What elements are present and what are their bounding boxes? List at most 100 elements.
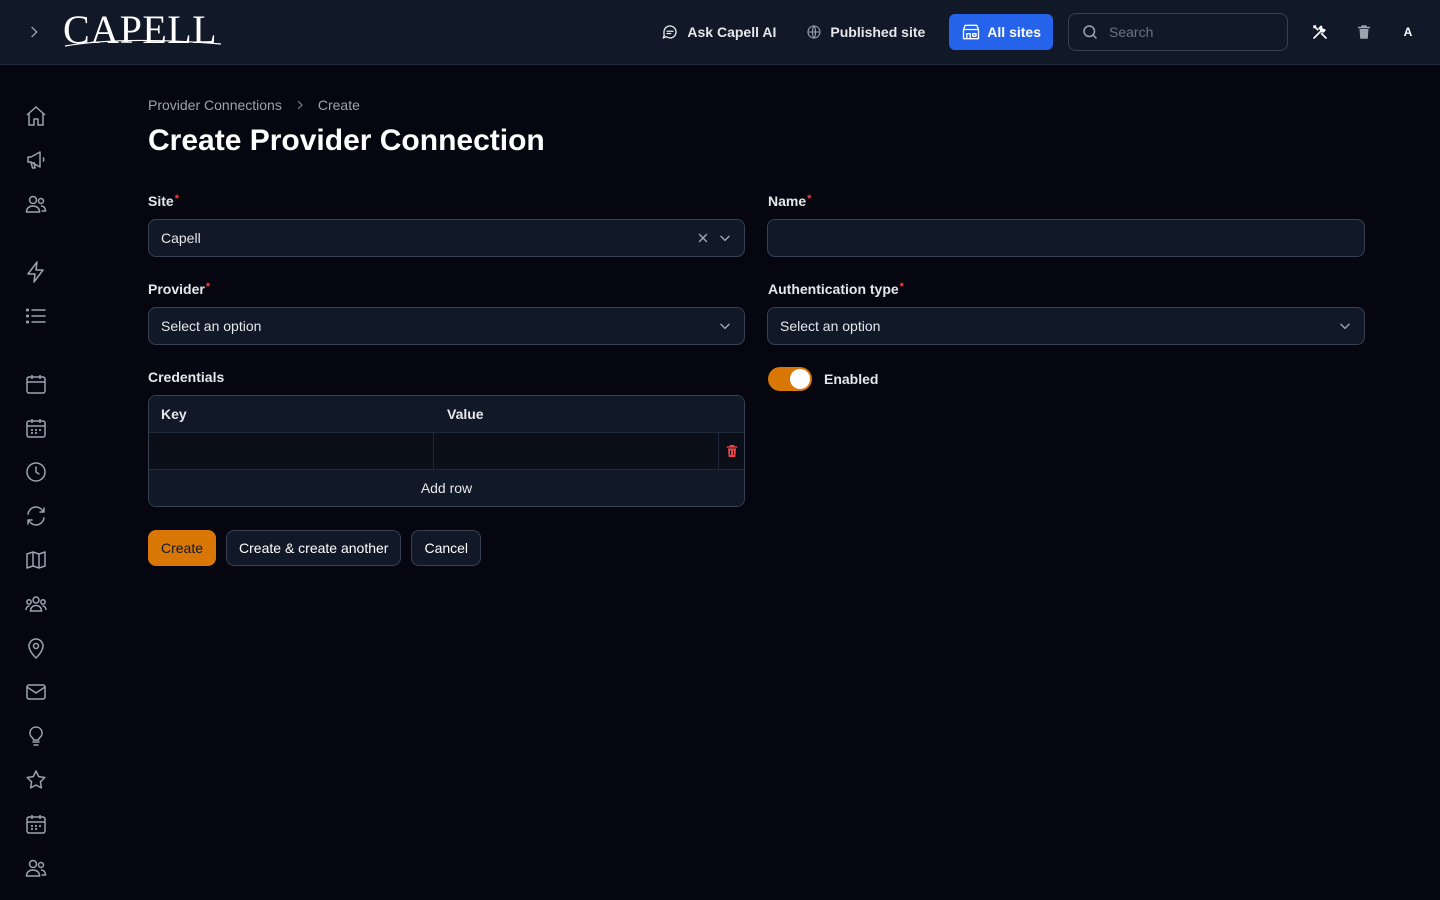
sidebar-item-members[interactable]: [22, 854, 50, 882]
search-input[interactable]: [1109, 24, 1269, 40]
globe-icon: [807, 25, 821, 39]
sidebar-item-favorites[interactable]: [22, 766, 50, 794]
site-select-value: Capell: [161, 230, 201, 246]
sidebar-item-actions[interactable]: [22, 258, 50, 286]
building-storefront-icon: [963, 24, 980, 40]
credential-value-cell: [434, 433, 720, 470]
column-header-value: Value: [447, 406, 484, 422]
sidebar-item-home[interactable]: [22, 102, 50, 130]
credentials-table: Key Value Add row: [148, 395, 745, 507]
sidebar-item-mail[interactable]: [22, 678, 50, 706]
create-another-button[interactable]: Create & create another: [226, 530, 402, 566]
trash-icon: [726, 445, 737, 457]
name-label-text: Name: [768, 193, 807, 209]
provider-select-placeholder: Select an option: [161, 318, 262, 334]
sidebar-item-groups[interactable]: [22, 590, 50, 618]
bolt-icon: [27, 261, 44, 283]
enabled-toggle[interactable]: [768, 367, 812, 391]
expand-sidebar-button[interactable]: [22, 20, 46, 44]
sidebar-item-calendar[interactable]: [22, 370, 50, 398]
clock-icon: [26, 462, 46, 482]
chat-bubble-icon: [662, 25, 678, 39]
name-input[interactable]: [780, 230, 1352, 246]
users-icon: [25, 859, 47, 877]
user-group-icon: [25, 596, 47, 612]
credentials-label: Credentials: [148, 369, 225, 385]
auth-type-select[interactable]: Select an option: [767, 307, 1365, 345]
table-row: [149, 433, 744, 470]
required-asterisk: *: [807, 193, 812, 205]
credential-value-input[interactable]: [434, 433, 719, 470]
megaphone-icon: [27, 151, 45, 169]
breadcrumb: Provider Connections Create: [148, 97, 360, 113]
search-icon: [1083, 25, 1097, 39]
sidebar-item-schedule[interactable]: [22, 414, 50, 442]
site-select[interactable]: Capell: [148, 219, 745, 257]
all-sites-button[interactable]: All sites: [949, 14, 1053, 50]
provider-label-text: Provider: [148, 281, 205, 297]
calendar-days-icon: [26, 419, 46, 438]
sidebar-item-locations[interactable]: [22, 634, 50, 662]
provider-field-label: Provider*: [148, 281, 210, 297]
credential-key-input[interactable]: [149, 433, 434, 470]
auth-type-field-label: Authentication type*: [768, 281, 904, 297]
ask-ai-label: Ask Capell AI: [687, 24, 777, 40]
published-site-button[interactable]: Published site: [798, 14, 933, 50]
published-site-label: Published site: [830, 24, 926, 40]
required-asterisk: *: [174, 193, 179, 205]
required-asterisk: *: [205, 281, 211, 293]
breadcrumb-parent-link[interactable]: Provider Connections: [148, 97, 282, 113]
logo-swoosh-icon: [64, 39, 222, 47]
chevron-down-icon: [1340, 323, 1350, 330]
calendar-icon: [26, 375, 46, 394]
calendar-days-icon: [26, 815, 46, 834]
users-icon: [25, 195, 47, 213]
name-field-label: Name*: [768, 193, 811, 209]
chevron-right-icon: [297, 100, 303, 110]
chevron-right-icon: [31, 26, 38, 38]
sidebar: [0, 65, 72, 900]
add-row-button[interactable]: Add row: [149, 470, 744, 506]
user-avatar[interactable]: A: [1386, 10, 1430, 54]
site-select-controls: [696, 231, 732, 245]
map-icon: [26, 551, 46, 569]
light-bulb-icon: [29, 726, 43, 746]
credentials-table-header: Key Value: [149, 396, 744, 433]
breadcrumb-current: Create: [317, 97, 360, 113]
list-icon: [25, 308, 46, 324]
wrench-screwdriver-icon: [1313, 25, 1327, 39]
tools-button[interactable]: [1298, 10, 1342, 54]
home-icon: [26, 106, 46, 126]
auth-type-select-placeholder: Select an option: [780, 318, 881, 334]
all-sites-label: All sites: [987, 24, 1041, 40]
form-actions: Create Create & create another Cancel: [148, 530, 482, 566]
sidebar-item-map[interactable]: [22, 546, 50, 574]
site-label-text: Site: [148, 193, 174, 209]
sidebar-item-events[interactable]: [22, 810, 50, 838]
cancel-button[interactable]: Cancel: [411, 530, 482, 566]
sidebar-item-history[interactable]: [22, 458, 50, 486]
map-pin-icon: [28, 638, 44, 660]
trash-button[interactable]: [1342, 10, 1386, 54]
global-search[interactable]: [1068, 13, 1288, 51]
ask-ai-button[interactable]: Ask Capell AI: [653, 14, 784, 50]
name-field[interactable]: [767, 219, 1365, 257]
sidebar-item-ideas[interactable]: [22, 722, 50, 750]
provider-select[interactable]: Select an option: [148, 307, 745, 345]
clear-x-icon[interactable]: [696, 231, 710, 245]
envelope-icon: [26, 684, 46, 700]
sidebar-item-users[interactable]: [22, 190, 50, 218]
delete-row-button[interactable]: [719, 433, 744, 469]
enabled-toggle-group: Enabled: [768, 367, 878, 391]
refresh-icon: [27, 506, 45, 526]
sidebar-item-announcements[interactable]: [22, 146, 50, 174]
star-icon: [26, 770, 46, 789]
create-button[interactable]: Create: [148, 530, 217, 566]
sidebar-item-list[interactable]: [22, 302, 50, 330]
trash-icon: [1358, 25, 1370, 39]
sidebar-item-sync[interactable]: [22, 502, 50, 530]
chevron-down-icon: [720, 323, 730, 330]
required-asterisk: *: [899, 281, 904, 293]
page-title: Create Provider Connection: [148, 124, 545, 157]
enabled-label: Enabled: [824, 371, 879, 387]
